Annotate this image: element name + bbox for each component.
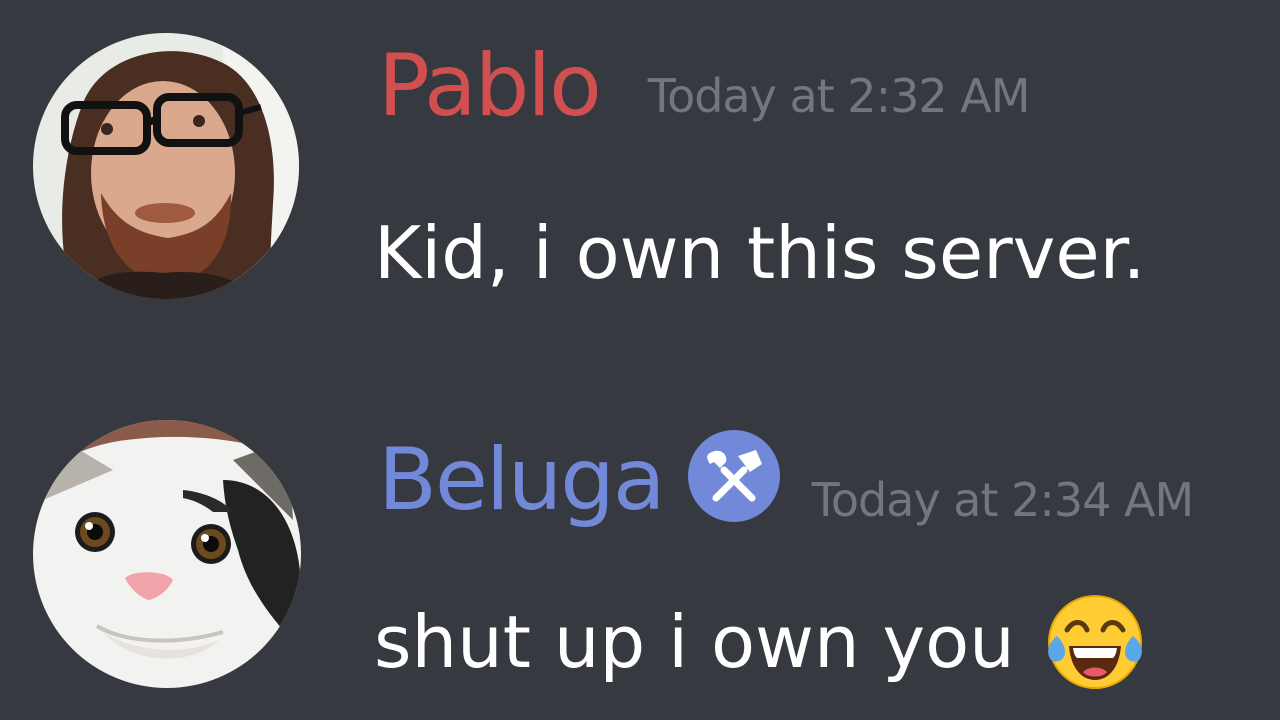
timestamp: Today at 2:34 AM <box>811 473 1195 527</box>
message-beluga: Beluga Today at 2:34 AM shut up i own yo… <box>0 400 1280 720</box>
message-header: Pablo Today at 2:32 AM <box>378 36 1031 136</box>
timestamp: Today at 2:32 AM <box>647 69 1031 123</box>
hammer-wrench-icon[interactable] <box>686 428 782 524</box>
username[interactable]: Pablo <box>378 36 602 136</box>
message-text: Kid, i own this server. <box>374 208 1146 298</box>
user-avatar-pablo[interactable] <box>33 33 299 299</box>
message-body: Kid, i own this server. <box>374 211 1146 295</box>
username[interactable]: Beluga <box>378 430 666 530</box>
message-text: shut up i own you <box>374 590 1147 694</box>
user-avatar-beluga[interactable] <box>33 420 301 688</box>
message-body: shut up i own you <box>374 600 1015 684</box>
message-pablo: Pablo Today at 2:32 AM Kid, i own this s… <box>0 0 1280 340</box>
tears-of-joy-emoji-icon <box>1043 590 1147 694</box>
message-header: Beluga Today at 2:34 AM <box>378 428 1195 530</box>
